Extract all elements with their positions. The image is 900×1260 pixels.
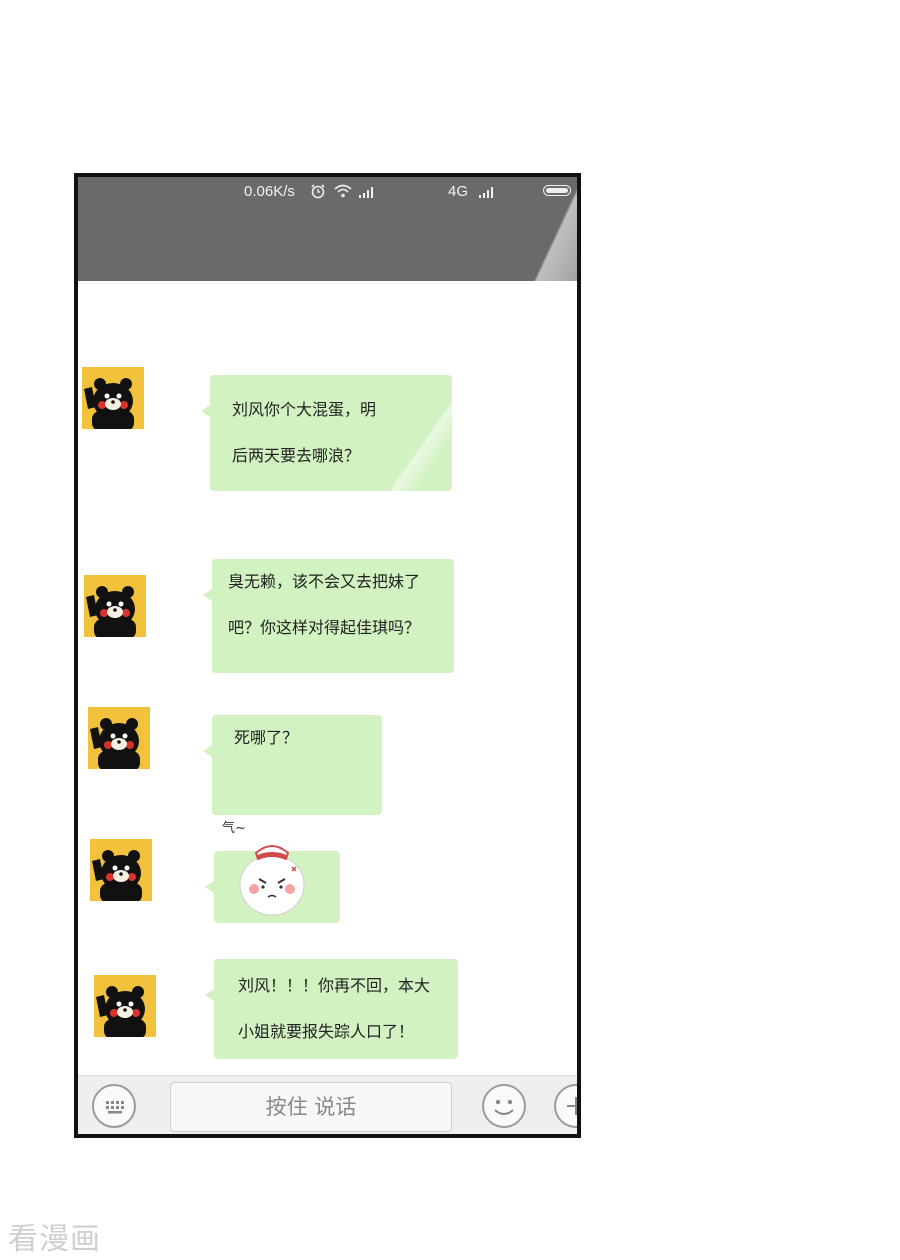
message-bubble[interactable]: 死哪了？ [203,715,382,815]
chat-area[interactable]: 刘风你个大混蛋，明 后两天要去哪浪？ 臭无赖，该不会又去把妹了 吧？你这样对得起… [78,281,577,1081]
chat-header [78,187,577,317]
signal-icon [479,187,493,198]
signal-icon [359,187,373,198]
kumamon-avatar-image [96,986,146,1037]
bubble-glare [392,375,452,491]
kumamon-avatar[interactable] [82,367,144,429]
network-type: 4G [448,183,469,200]
keyboard-icon [106,1101,124,1114]
plus-icon [567,1097,577,1115]
network-speed: 0.06K/s [244,183,295,200]
message-bubble[interactable]: 臭无赖，该不会又去把妹了 吧？你这样对得起佳琪吗？ [203,559,454,673]
kumamon-avatar-image [90,718,140,769]
wifi-icon [334,184,352,198]
kumamon-avatar[interactable] [88,707,150,769]
keyboard-toggle-button[interactable] [92,1084,136,1128]
kumamon-avatar-image [84,378,134,429]
message-bubble[interactable]: 刘风你个大混蛋，明 后两天要去哪浪？ [201,375,452,491]
hold-to-talk-button[interactable]: 按住 说话 [170,1082,452,1132]
kumamon-avatar[interactable] [94,975,156,1037]
sticker-bubble[interactable]: 气~ [205,821,340,923]
message-text: 死哪了？ [234,728,299,747]
watermark: 看漫画 [8,1222,101,1257]
message-text: 臭无赖，该不会又去把妹了 [228,572,421,591]
input-bar: 按住 说话 [78,1075,577,1134]
kumamon-avatar[interactable] [84,575,146,637]
message-bubble[interactable]: 刘风！！！你再不回，本大 小姐就要报失踪人口了！ [205,959,458,1059]
message-text: 刘风！！！你再不回，本大 [238,976,431,995]
angry-bun-sticker [239,845,305,916]
emoji-icon [494,1099,514,1115]
kumamon-avatar[interactable] [90,839,152,901]
kumamon-avatar-image [92,850,142,901]
message-text: 小姐就要报失踪人口了！ [238,1022,415,1041]
kumamon-avatar-image [86,586,136,637]
status-bar: 0.06K/s 4G [78,177,577,207]
more-button[interactable] [554,1084,577,1128]
phone-screen: 0.06K/s 4G 刘风你个大混蛋，明 后两天要去哪浪？ 臭无赖，该不会又去把… [74,173,581,1138]
alarm-icon [311,184,325,199]
message-text: 吧？你这样对得起佳琪吗？ [228,618,421,637]
emoji-button[interactable] [482,1084,526,1128]
